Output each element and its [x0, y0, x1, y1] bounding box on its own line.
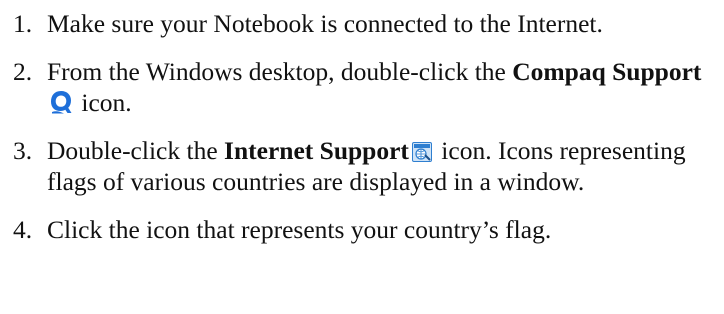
step-number: 3. — [13, 136, 33, 165]
step-1: 1. Make sure your Notebook is connected … — [13, 8, 713, 39]
step-text-before: From the Windows desktop, double-click t… — [47, 57, 513, 86]
step-2: 2. From the Windows desktop, double-clic… — [13, 56, 713, 118]
compaq-q-icon — [50, 90, 72, 114]
step-number: 1. — [13, 9, 33, 38]
step-text: Click the icon that represents your coun… — [47, 215, 552, 244]
instruction-list: 1. Make sure your Notebook is connected … — [13, 8, 713, 245]
compaq-support-label: Compaq Support — [512, 57, 702, 86]
step-text: Double-click the Internet Support icon. … — [47, 135, 713, 197]
step-4: 4. Click the icon that represents your c… — [13, 214, 713, 245]
internet-support-label: Internet Support — [224, 136, 409, 165]
internet-support-icon — [411, 142, 432, 162]
step-text: Make sure your Notebook is connected to … — [47, 9, 603, 38]
step-text-before: Double-click the — [47, 136, 225, 165]
step-text-after: icon. — [75, 88, 132, 117]
step-number: 2. — [13, 57, 33, 86]
step-text: From the Windows desktop, double-click t… — [47, 56, 713, 118]
step-3: 3. Double-click the Internet Support ico… — [13, 135, 713, 197]
step-number: 4. — [13, 215, 33, 244]
